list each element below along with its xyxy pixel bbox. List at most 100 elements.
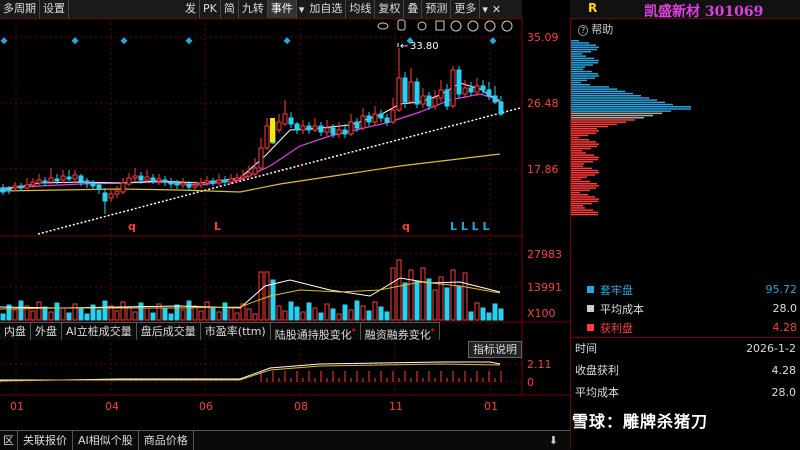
volume-bar (0, 313, 6, 321)
forecast-button[interactable]: 预测 (422, 0, 452, 18)
peak-price-label: 33.80 (410, 41, 439, 52)
candle-body (96, 184, 102, 190)
moving-average-button[interactable]: 均线 (346, 0, 376, 18)
volume-bar (432, 289, 438, 321)
volume-bar (264, 271, 270, 321)
simple-button[interactable]: 简 (221, 0, 239, 18)
candle-body (144, 176, 150, 181)
volume-unit-label: X100 (527, 307, 556, 320)
candle-body (90, 182, 96, 187)
more-button[interactable]: 更多 (451, 0, 481, 18)
volume-label-mid: 13991 (527, 281, 562, 294)
chart-toolbar: 多周期 设置 发 PK 简 九转 事件 ▾ 加自选 均线 复权 叠 预测 更多 … (0, 0, 522, 19)
pattern-mark: L (214, 220, 221, 233)
chip-info: 时间 2026-1-2 收盘获利 4.28 平均成本 28.0 (571, 337, 800, 404)
volume-bar (384, 311, 390, 321)
tab-outer[interactable]: 外盘 (31, 322, 62, 340)
chip-bar (571, 211, 598, 214)
candle-body (450, 69, 456, 107)
candle-body (480, 85, 486, 91)
commodity-tab[interactable]: 商品价格 (139, 431, 194, 450)
chip-bar (571, 191, 580, 194)
chip-bar (571, 70, 592, 73)
help-link[interactable]: ? 帮助 (578, 21, 613, 37)
volume-bar (66, 312, 72, 321)
candle-body (354, 121, 360, 129)
candle-body (486, 89, 492, 97)
volume-bar (150, 312, 156, 321)
legend-avg-cost: 平均成本 28.0 (587, 299, 797, 318)
volume-bar (318, 312, 324, 321)
dropdown-arrow-icon[interactable]: ▾ (297, 3, 307, 16)
candle-body (108, 193, 114, 199)
related-quotes-tab[interactable]: 关联报价 (18, 431, 73, 450)
chip-bar (571, 165, 583, 167)
candle-body (468, 87, 474, 93)
adjust-button[interactable]: 复权 (375, 0, 405, 18)
chip-bar (571, 158, 598, 161)
volume-bar (12, 309, 18, 321)
pk-button[interactable]: PK (200, 0, 221, 18)
volume-bar (186, 300, 192, 321)
event-button[interactable]: 事件 (267, 0, 297, 18)
settings-button[interactable]: 设置 (40, 0, 69, 18)
volume-bar (396, 259, 402, 321)
main-chart-area: 33.80 ← q L q L L L L 35.09 26.48 17.86 … (0, 18, 570, 413)
tab-northbound[interactable]: 陆股通持股变化* (270, 322, 361, 342)
chip-bar (571, 196, 595, 198)
volume-bar (336, 313, 342, 321)
chip-bar (571, 209, 593, 211)
tab-pe-ttm[interactable]: 市盈率(ttm) (200, 322, 271, 340)
send-button[interactable]: 发 (182, 0, 200, 18)
chip-bar (571, 99, 657, 101)
candle-body (276, 121, 282, 131)
overlay-button[interactable]: 叠 (404, 0, 423, 18)
volume-bar (438, 276, 444, 321)
candle-body (18, 185, 24, 189)
chart-icon-row[interactable] (377, 19, 513, 32)
bottom-left-edge[interactable]: 区 (0, 431, 18, 450)
tab-inner[interactable]: 内盘 (0, 322, 31, 340)
candle-body (210, 180, 216, 184)
add-watchlist-button[interactable]: 加自选 (306, 0, 347, 18)
nine-turn-button[interactable]: 九转 (239, 0, 268, 18)
download-icon[interactable]: ⬇ (537, 431, 570, 450)
chip-bar (571, 66, 585, 68)
chip-bar (571, 174, 595, 176)
close-icon[interactable]: ✕ (490, 3, 503, 16)
chip-bar (571, 117, 644, 119)
ai-similar-tab[interactable]: AI相似个股 (73, 431, 139, 450)
tab-margin[interactable]: 融资融券变化* (360, 322, 440, 342)
multi-period-button[interactable]: 多周期 (0, 0, 40, 18)
tab-ai-volume[interactable]: AI立桩成交量 (62, 322, 137, 340)
tab-after-hours[interactable]: 盘后成交量 (136, 322, 201, 340)
help-icon: ? (578, 25, 589, 36)
candle-body (204, 180, 210, 184)
chip-bar (571, 53, 582, 55)
volume-bar (174, 304, 180, 321)
volume-bar (234, 312, 240, 321)
chip-bar (571, 103, 673, 106)
target-icon (417, 21, 427, 31)
volume-bar (252, 313, 258, 321)
candle-body (288, 117, 294, 125)
volume-bar (300, 311, 306, 321)
more-arrow-icon[interactable]: ▾ (480, 3, 490, 16)
chip-bar (571, 48, 597, 51)
chip-bar (571, 147, 591, 150)
chip-bar (571, 86, 609, 88)
volume-bar (216, 311, 222, 321)
hand-icon (397, 19, 406, 31)
chip-bar (571, 169, 598, 172)
legend-trapped: 套牢盘 95.72 (587, 280, 797, 299)
chip-bar (571, 167, 592, 170)
chip-bar (571, 145, 597, 148)
volume-bar (480, 307, 486, 321)
candle-body (390, 109, 396, 123)
candle-body (114, 190, 120, 195)
candle-body (462, 87, 468, 95)
chip-bar (571, 128, 597, 130)
indicator-explain-button[interactable]: 指标说明 (468, 341, 522, 358)
volume-bar (324, 303, 330, 321)
chip-bar (571, 90, 625, 93)
